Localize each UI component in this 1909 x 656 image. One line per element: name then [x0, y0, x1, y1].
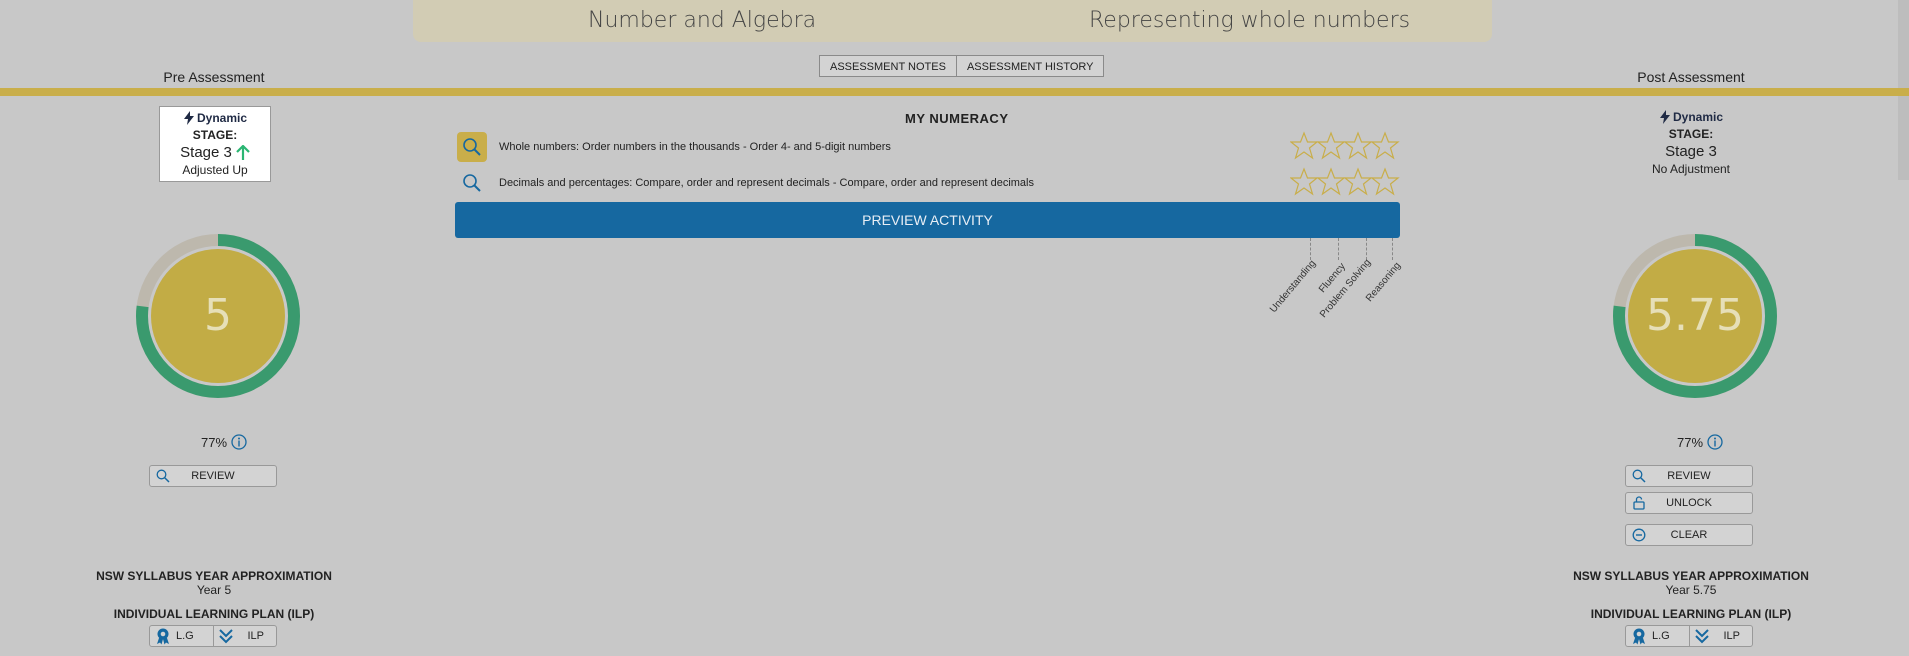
pre-stage-card: Dynamic STAGE: Stage 3 Adjusted Up: [159, 106, 271, 182]
lg-label: L.G: [1652, 630, 1670, 642]
divider-line: [0, 88, 1909, 96]
lg-label: L.G: [176, 630, 194, 642]
numeracy-item[interactable]: Decimals and percentages: Compare, order…: [457, 168, 1034, 198]
dynamic-label: Dynamic: [1672, 110, 1724, 124]
pre-syllabus: NSW SYLLABUS YEAR APPROXIMATION Year 5 I…: [84, 569, 344, 621]
info-icon[interactable]: [231, 434, 247, 450]
rating-stars-row-1: [1290, 131, 1400, 161]
search-icon: [1632, 469, 1646, 483]
assessment-tabs: ASSESSMENT NOTES ASSESSMENT HISTORY: [819, 55, 1105, 77]
stage-label: STAGE:: [1668, 127, 1714, 141]
preview-activity-button[interactable]: PREVIEW ACTIVITY: [455, 202, 1400, 238]
strand-title: Number and Algebra: [588, 8, 817, 33]
header-banner: Number and Algebra Representing whole nu…: [413, 0, 1492, 42]
lg-button[interactable]: L.G: [150, 626, 213, 646]
review-label: REVIEW: [191, 470, 235, 482]
unlock-icon: [1633, 496, 1645, 510]
proficiency-line: [1392, 238, 1393, 260]
proficiency-line: [1310, 238, 1311, 260]
post-lg-ilp-group: L.G ILP: [1625, 625, 1753, 647]
pre-review-button[interactable]: REVIEW: [149, 465, 277, 487]
rating-stars-row-2: [1290, 167, 1400, 197]
dynamic-label: Dynamic: [196, 111, 248, 125]
post-syllabus: NSW SYLLABUS YEAR APPROXIMATION Year 5.7…: [1561, 569, 1821, 621]
unlock-label: UNLOCK: [1666, 497, 1712, 509]
lightning-icon: [183, 111, 194, 125]
search-icon: [156, 469, 170, 483]
post-score-value: 5.75: [1646, 290, 1744, 341]
star-icons: [1290, 167, 1400, 196]
post-percent: 77%: [1677, 434, 1723, 450]
arrow-up-icon: [236, 144, 250, 160]
lg-button[interactable]: L.G: [1626, 626, 1689, 646]
unlock-button[interactable]: UNLOCK: [1625, 492, 1753, 514]
proficiency-understanding: Understanding: [1268, 258, 1319, 316]
numeracy-item-text: Decimals and percentages: Compare, order…: [499, 177, 1034, 189]
ilp-button[interactable]: ILP: [212, 626, 277, 646]
syllabus-heading: NSW SYLLABUS YEAR APPROXIMATION: [1573, 569, 1809, 583]
ilp-label: ILP: [247, 630, 265, 642]
post-assessment-title: Post Assessment: [1637, 69, 1745, 85]
numeracy-item[interactable]: Whole numbers: Order numbers in the thou…: [457, 132, 891, 162]
syllabus-value: Year 5.75: [1665, 583, 1717, 597]
post-review-button[interactable]: REVIEW: [1625, 465, 1753, 487]
tab-assessment-notes[interactable]: ASSESSMENT NOTES: [819, 55, 957, 77]
clear-button[interactable]: CLEAR: [1625, 524, 1753, 546]
stage-adjustment: Adjusted Up: [182, 163, 248, 177]
pre-percent: 77%: [201, 434, 247, 450]
stage-adjustment: No Adjustment: [1651, 162, 1731, 176]
double-chevron-down-icon: [218, 629, 233, 644]
star-icons: [1290, 131, 1400, 160]
syllabus-heading: NSW SYLLABUS YEAR APPROXIMATION: [96, 569, 332, 583]
my-numeracy-title: MY NUMERACY: [905, 111, 1009, 126]
stage-value: Stage 3: [1665, 143, 1717, 160]
topic-title: Representing whole numbers: [1089, 8, 1411, 33]
double-chevron-down-icon: [1694, 629, 1709, 644]
percent-value: 77%: [201, 434, 228, 450]
pre-lg-ilp-group: L.G ILP: [149, 625, 277, 647]
ilp-button[interactable]: ILP: [1688, 626, 1753, 646]
pre-assessment-title: Pre Assessment: [163, 69, 265, 85]
proficiency-line: [1338, 238, 1339, 260]
syllabus-value: Year 5: [196, 583, 232, 597]
clear-label: CLEAR: [1670, 529, 1708, 541]
award-icon: [157, 628, 169, 645]
review-label: REVIEW: [1667, 470, 1711, 482]
lightning-icon: [1659, 110, 1670, 124]
ilp-heading: INDIVIDUAL LEARNING PLAN (ILP): [113, 607, 315, 621]
percent-value: 77%: [1677, 434, 1704, 450]
minus-circle-icon: [1632, 528, 1646, 542]
ilp-label: ILP: [1723, 630, 1741, 642]
ilp-heading: INDIVIDUAL LEARNING PLAN (ILP): [1590, 607, 1792, 621]
proficiency-line: [1366, 238, 1367, 260]
award-icon: [1633, 628, 1645, 645]
search-icon[interactable]: [457, 132, 487, 162]
stage-label: STAGE:: [192, 128, 238, 142]
info-icon[interactable]: [1707, 434, 1723, 450]
search-icon[interactable]: [457, 168, 487, 198]
numeracy-item-text: Whole numbers: Order numbers in the thou…: [499, 141, 891, 153]
post-stage-card: Dynamic STAGE: Stage 3 No Adjustment: [1636, 106, 1746, 180]
pre-score-value: 5: [204, 290, 232, 341]
pre-score-gauge: 5: [135, 233, 301, 399]
stage-value: Stage 3: [180, 144, 232, 161]
tab-assessment-history[interactable]: ASSESSMENT HISTORY: [956, 55, 1105, 77]
post-score-gauge: 5.75: [1612, 233, 1778, 399]
